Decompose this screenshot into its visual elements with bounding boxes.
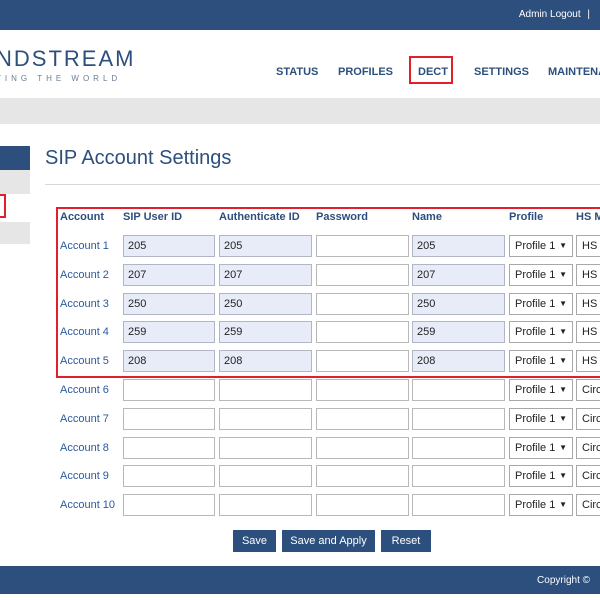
nav-maintenance[interactable]: MAINTENA: [548, 66, 600, 78]
password-input[interactable]: [316, 408, 409, 430]
profile-select-value: Profile 1: [515, 470, 556, 482]
separator: |: [587, 9, 590, 20]
profile-select-value: Profile 1: [515, 384, 556, 396]
profile-select[interactable]: Profile 1 ▼: [509, 465, 573, 487]
hs-mode-select[interactable]: Circ: [576, 408, 600, 430]
sub-nav-bar: [0, 98, 600, 124]
sip-user-id-input[interactable]: [123, 494, 215, 516]
name-input[interactable]: [412, 437, 505, 459]
nav-settings[interactable]: SETTINGS: [474, 66, 529, 78]
hs-mode-select[interactable]: Circ: [576, 437, 600, 459]
sip-user-id-input[interactable]: [123, 465, 215, 487]
nav-profiles[interactable]: PROFILES: [338, 66, 393, 78]
profile-select-value: Profile 1: [515, 413, 556, 425]
chevron-down-icon: ▼: [559, 443, 567, 452]
password-input[interactable]: [316, 494, 409, 516]
hs-mode-select[interactable]: Circ: [576, 465, 600, 487]
sip-user-id-input[interactable]: [123, 379, 215, 401]
profile-select[interactable]: Profile 1 ▼: [509, 408, 573, 430]
top-bar: Admin Logout |: [0, 0, 600, 30]
name-input[interactable]: [412, 379, 505, 401]
hs-mode-select[interactable]: Circ: [576, 494, 600, 516]
account-label: Account 9: [60, 470, 109, 482]
sidebar-item-active[interactable]: [0, 146, 30, 170]
name-input[interactable]: [412, 465, 505, 487]
copyright-text: Copyright ©: [537, 575, 590, 586]
nav-status[interactable]: STATUS: [276, 66, 318, 78]
brand-logo: NDSTREAM TING THE WORLD: [0, 46, 135, 83]
page-title: SIP Account Settings: [45, 147, 232, 169]
admin-links: Admin Logout |: [519, 9, 590, 20]
accounts-highlight-box: [56, 207, 600, 378]
divider: [45, 184, 600, 185]
sip-user-id-input[interactable]: [123, 437, 215, 459]
logout-link[interactable]: Logout: [550, 9, 581, 20]
account-label: Account 10: [60, 499, 116, 511]
profile-select[interactable]: Profile 1 ▼: [509, 379, 573, 401]
profile-select[interactable]: Profile 1 ▼: [509, 437, 573, 459]
profile-select-value: Profile 1: [515, 499, 556, 511]
authenticate-id-input[interactable]: [219, 494, 312, 516]
admin-link[interactable]: Admin: [519, 9, 547, 20]
sidebar-item-highlight[interactable]: [0, 194, 6, 218]
profile-select-value: Profile 1: [515, 442, 556, 454]
footer: Copyright ©: [0, 566, 600, 594]
save-and-apply-button[interactable]: Save and Apply: [282, 530, 375, 552]
reset-button[interactable]: Reset: [381, 530, 431, 552]
chevron-down-icon: ▼: [559, 471, 567, 480]
authenticate-id-input[interactable]: [219, 379, 312, 401]
account-label: Account 6: [60, 384, 109, 396]
brand-tagline: TING THE WORLD: [0, 74, 122, 83]
profile-select[interactable]: Profile 1 ▼: [509, 494, 573, 516]
chevron-down-icon: ▼: [559, 500, 567, 509]
password-input[interactable]: [316, 437, 409, 459]
brand-name: NDSTREAM: [0, 46, 136, 71]
account-label: Account 8: [60, 442, 109, 454]
authenticate-id-input[interactable]: [219, 465, 312, 487]
chevron-down-icon: ▼: [559, 414, 567, 423]
chevron-down-icon: ▼: [559, 385, 567, 394]
account-label: Account 7: [60, 413, 109, 425]
authenticate-id-input[interactable]: [219, 437, 312, 459]
name-input[interactable]: [412, 494, 505, 516]
sidebar-item[interactable]: [0, 170, 30, 194]
nav-dect[interactable]: DECT: [418, 66, 448, 78]
password-input[interactable]: [316, 465, 409, 487]
hs-mode-select[interactable]: Circ: [576, 379, 600, 401]
authenticate-id-input[interactable]: [219, 408, 312, 430]
sidebar-item[interactable]: [0, 222, 30, 244]
password-input[interactable]: [316, 379, 409, 401]
name-input[interactable]: [412, 408, 505, 430]
save-button[interactable]: Save: [233, 530, 276, 552]
sip-user-id-input[interactable]: [123, 408, 215, 430]
